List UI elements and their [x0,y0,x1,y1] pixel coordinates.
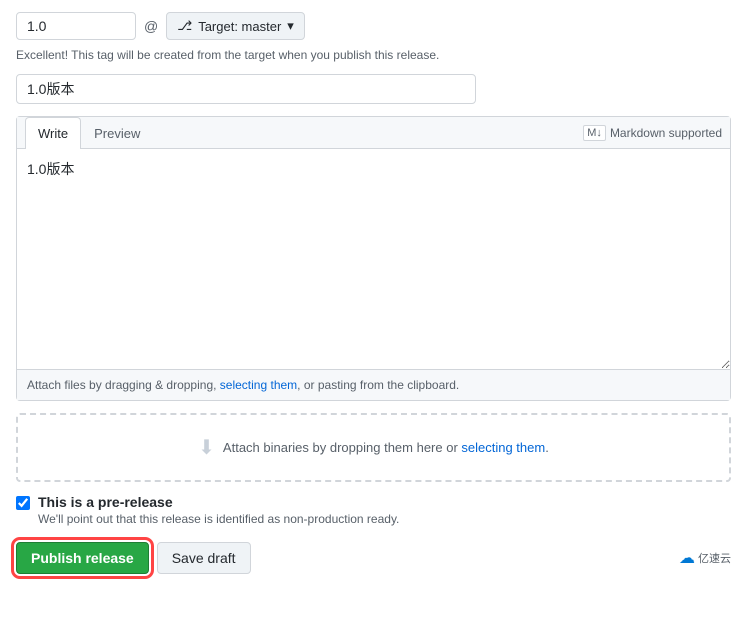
publish-release-button[interactable]: Publish release [16,542,149,574]
attach-text-before: Attach files by dragging & dropping, [27,378,220,392]
editor-tab-bar: Write Preview M↓ Markdown supported [17,117,730,149]
tab-write[interactable]: Write [25,117,81,149]
tag-input[interactable] [16,12,136,40]
prerelease-row: This is a pre-release We'll point out th… [16,494,731,526]
tab-preview[interactable]: Preview [81,117,153,149]
prerelease-label: This is a pre-release [38,494,399,510]
target-branch-label: Target: master [198,19,281,34]
markdown-label: Markdown supported [610,126,722,140]
save-draft-button[interactable]: Save draft [157,542,251,574]
dropdown-chevron-icon: ▾ [287,18,294,34]
binaries-drop-zone[interactable]: ⬇ Attach binaries by dropping them here … [16,413,731,482]
tag-hint: Excellent! This tag will be created from… [16,48,731,62]
description-editor: Write Preview M↓ Markdown supported 1.0版… [16,116,731,401]
prerelease-checkbox[interactable] [16,496,30,510]
binaries-text: Attach binaries by dropping them here or… [223,440,549,455]
at-symbol: @ [144,18,158,34]
attach-files-hint: Attach files by dragging & dropping, sel… [17,369,730,400]
watermark: ☁ 亿速云 [679,548,731,568]
binaries-select-link[interactable]: selecting them [461,440,545,455]
release-title-input[interactable] [16,74,476,104]
markdown-supported-label: M↓ Markdown supported [583,125,722,141]
tag-row: @ ⎇ Target: master ▾ [16,12,731,40]
description-textarea[interactable]: 1.0版本 [17,149,730,369]
prerelease-description: We'll point out that this release is ide… [38,512,399,526]
watermark-icon: ☁ [679,548,695,568]
attach-select-link[interactable]: selecting them [220,378,297,392]
prerelease-text-block: This is a pre-release We'll point out th… [38,494,399,526]
watermark-text: 亿速云 [698,550,731,566]
markdown-icon: M↓ [583,125,606,141]
actions-row: Publish release Save draft ☁ 亿速云 [16,542,731,574]
attach-text-after: , or pasting from the clipboard. [297,378,459,392]
branch-icon: ⎇ [177,18,192,34]
download-icon: ⬇ [198,435,215,460]
target-branch-button[interactable]: ⎇ Target: master ▾ [166,12,305,40]
